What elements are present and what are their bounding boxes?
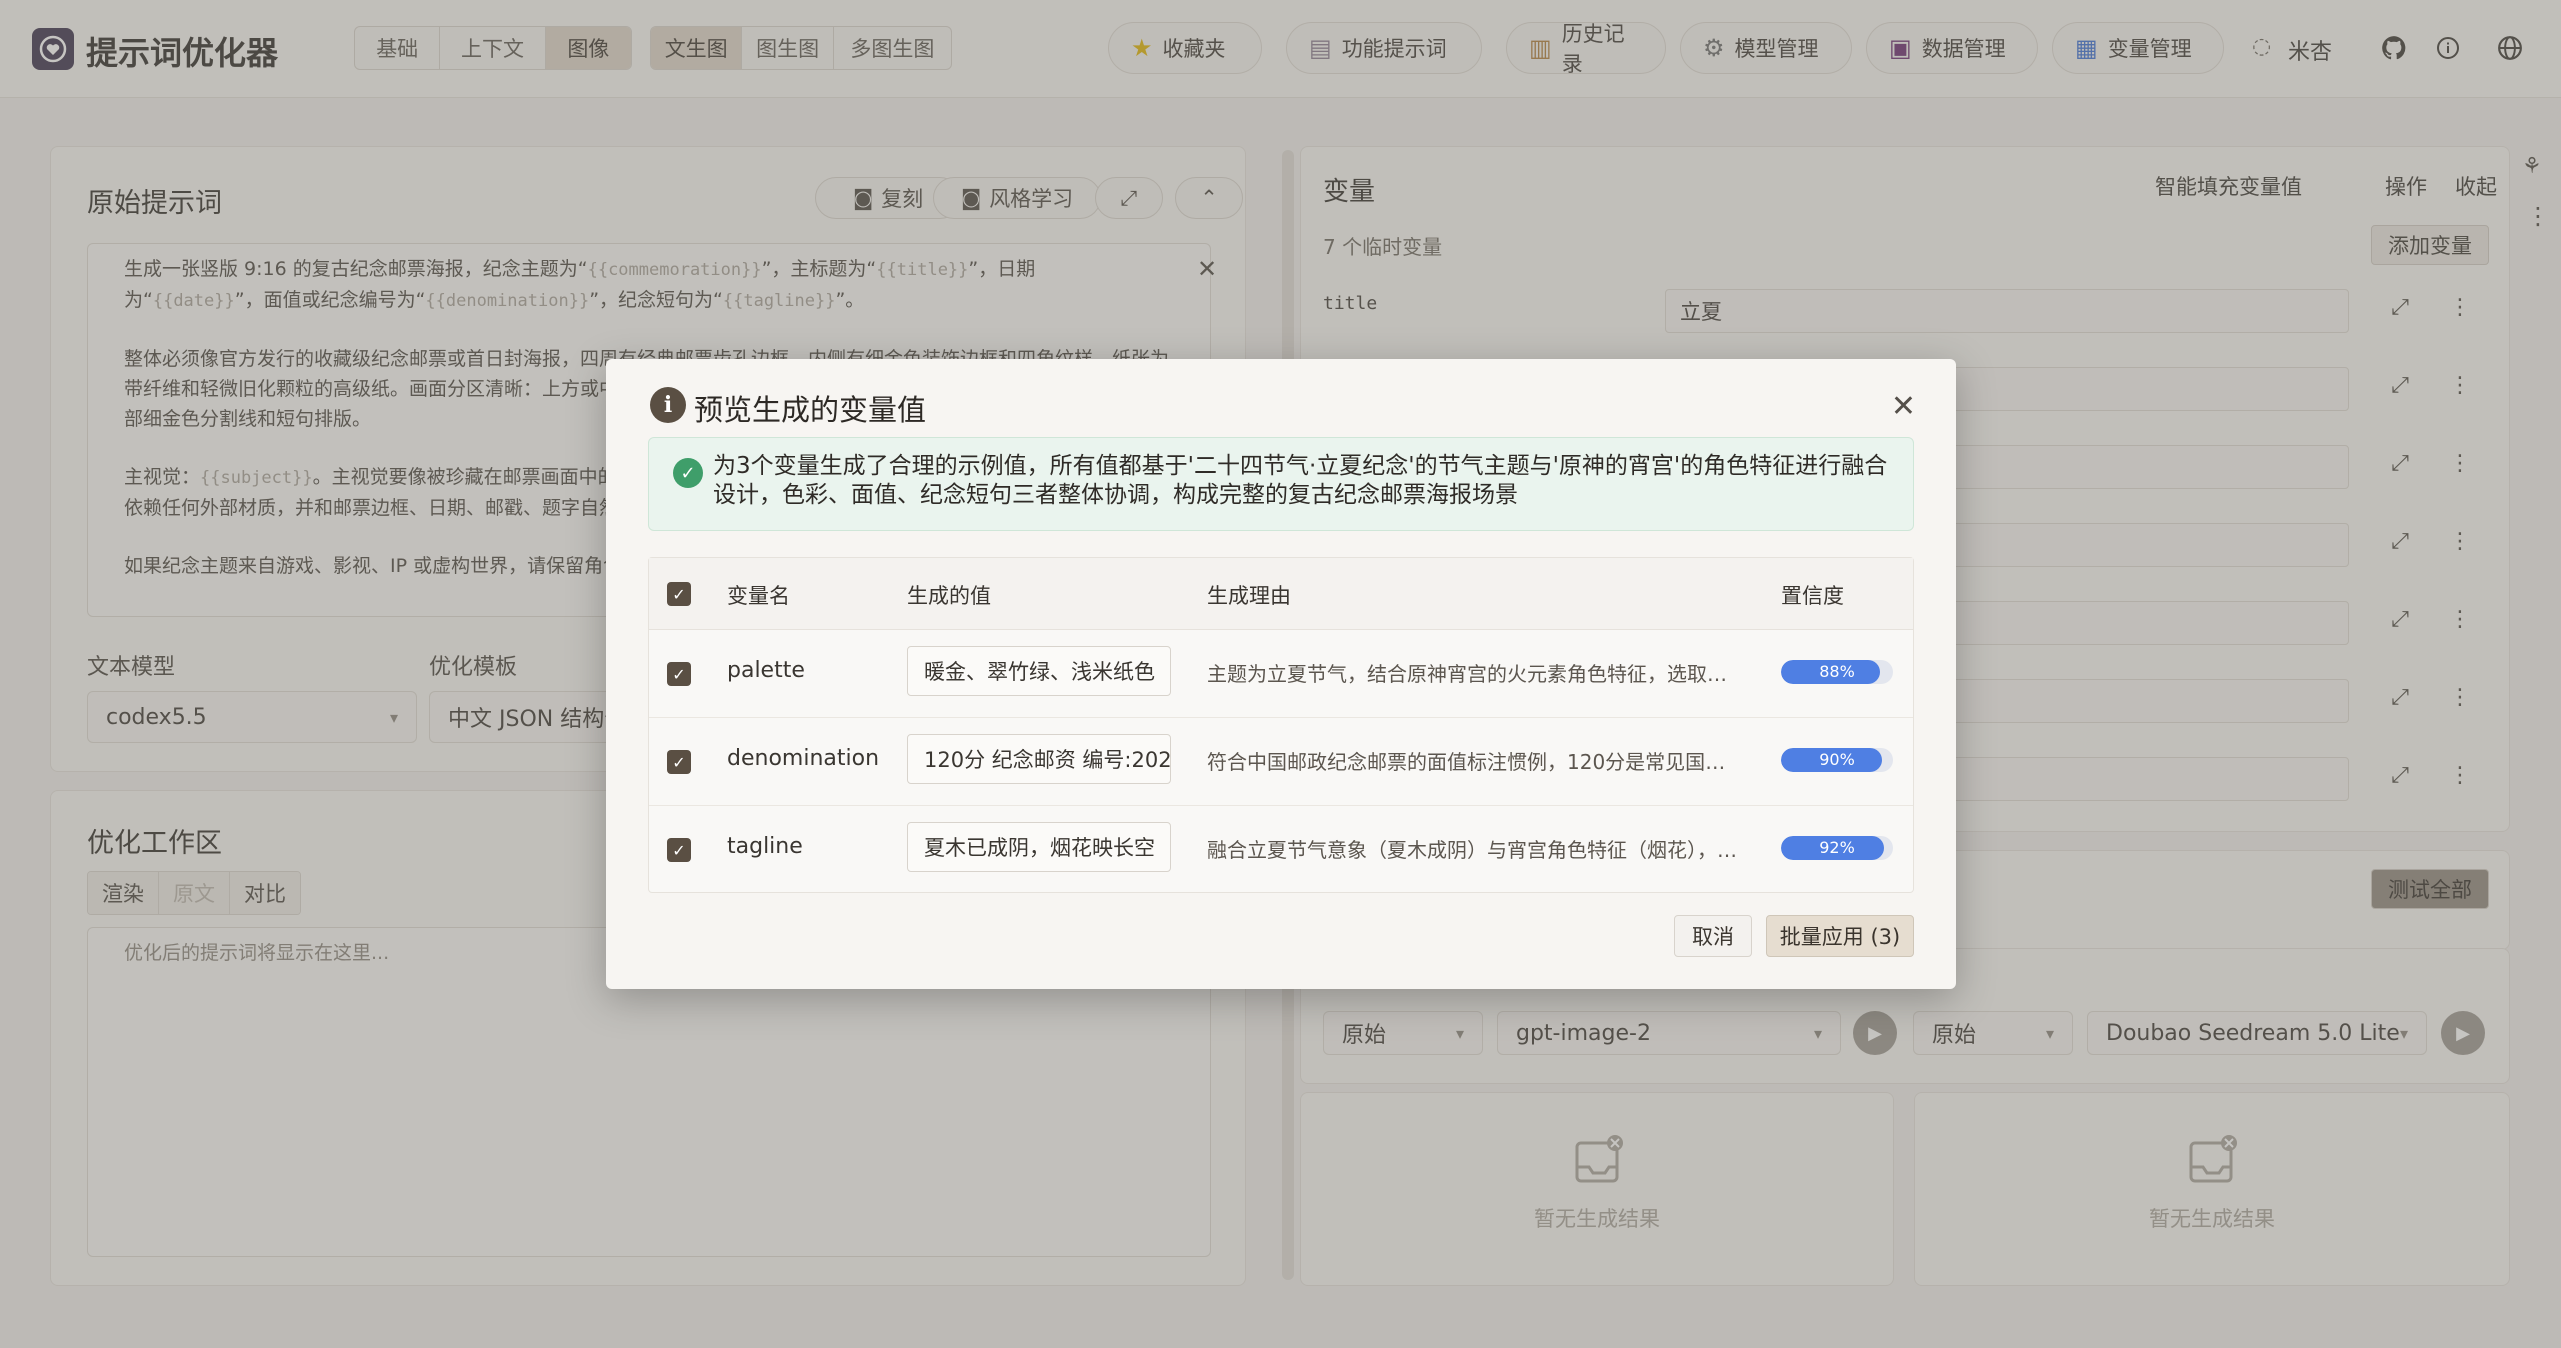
generation-reason: 符合中国邮政纪念邮票的面值标注惯例，120分是常见国内平信邮资面值: [1207, 750, 1743, 774]
dialog-title: 预览生成的变量值: [694, 393, 927, 427]
success-message: 为3个变量生成了合理的示例值，所有值都基于'二十四节气·立夏纪念'的节气主题与'…: [713, 453, 1888, 508]
confidence-text: 90%: [1819, 750, 1855, 769]
generated-value-input[interactable]: 120分 纪念邮资 编号:2024: [907, 734, 1171, 784]
variable-name: denomination: [727, 746, 880, 771]
batch-apply-button[interactable]: 批量应用 (3): [1766, 915, 1914, 957]
generated-value-input[interactable]: 夏木已成阴，烟花映长空: [907, 822, 1171, 872]
row-checkbox[interactable]: ✓: [667, 838, 691, 862]
close-icon[interactable]: ✕: [1891, 389, 1916, 424]
info-icon: i: [650, 387, 686, 423]
confidence-text: 88%: [1819, 662, 1855, 681]
row-checkbox[interactable]: ✓: [667, 750, 691, 774]
check-circle-icon: ✓: [673, 458, 703, 488]
generated-value-input[interactable]: 暖金、翠竹绿、浅米纸色: [907, 646, 1171, 696]
table-row: ✓ palette 暖金、翠竹绿、浅米纸色 主题为立夏节气，结合原神宵宫的火元素角色特…: [649, 630, 1913, 718]
cancel-button[interactable]: 取消: [1674, 915, 1752, 957]
header-name: 变量名: [727, 584, 790, 608]
confidence-text: 92%: [1819, 838, 1855, 857]
select-all-checkbox[interactable]: ✓: [667, 582, 691, 606]
variable-name: palette: [727, 658, 805, 683]
header-confidence: 置信度: [1781, 584, 1844, 608]
confidence-bar: 92%: [1781, 836, 1893, 860]
header-value: 生成的值: [907, 584, 991, 608]
table-row: ✓ denomination 120分 纪念邮资 编号:2024 符合中国邮政纪念邮票…: [649, 718, 1913, 806]
generation-reason: 融合立夏节气意象（夏木成阴）与宵宫角色特征（烟花），意境统一: [1207, 838, 1743, 862]
row-checkbox[interactable]: ✓: [667, 662, 691, 686]
variable-name: tagline: [727, 834, 803, 859]
table-header: ✓ 变量名 生成的值 生成理由 置信度: [649, 558, 1913, 630]
header-reason: 生成理由: [1207, 584, 1291, 608]
generated-values-table: ✓ 变量名 生成的值 生成理由 置信度 ✓ palette 暖金、翠竹绿、浅米纸色 主…: [648, 557, 1914, 893]
table-row: ✓ tagline 夏木已成阴，烟花映长空 融合立夏节气意象（夏木成阴）与宵宫角色特征…: [649, 806, 1913, 894]
success-alert: ✓ 为3个变量生成了合理的示例值，所有值都基于'二十四节气·立夏纪念'的节气主题…: [648, 437, 1914, 531]
confidence-bar: 90%: [1781, 748, 1893, 772]
generation-reason: 主题为立夏节气，结合原神宵宫的火元素角色特征，选取暖金与翠竹绿相映衬: [1207, 662, 1743, 686]
confidence-bar: 88%: [1781, 660, 1893, 684]
preview-variables-dialog: i 预览生成的变量值 ✕ ✓ 为3个变量生成了合理的示例值，所有值都基于'二十四…: [606, 359, 1956, 989]
